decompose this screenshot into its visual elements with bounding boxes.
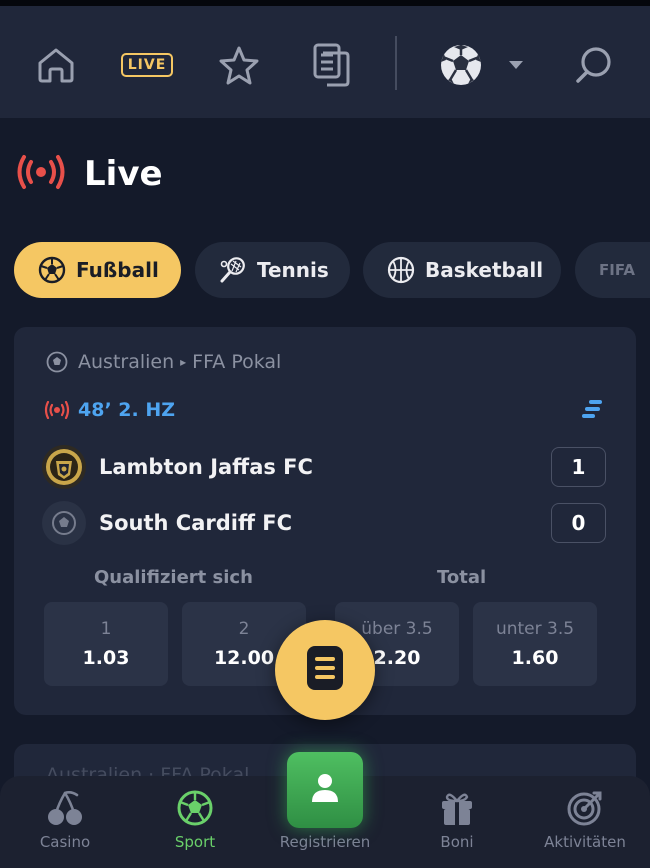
soccer-ball-icon bbox=[46, 351, 68, 373]
betslip-icon[interactable] bbox=[308, 38, 354, 92]
user-icon bbox=[307, 770, 343, 810]
score-away: 0 bbox=[551, 503, 606, 543]
market-title: Qualifiziert sich bbox=[94, 567, 253, 588]
page-title: Live bbox=[84, 154, 163, 194]
market-title: Total bbox=[437, 567, 487, 588]
nav-bonus[interactable]: Boni bbox=[414, 776, 500, 868]
chip-football[interactable]: Fußball bbox=[14, 242, 181, 298]
chevron-right-icon: ▸ bbox=[180, 355, 187, 369]
home-icon[interactable] bbox=[32, 38, 80, 92]
live-button[interactable]: LIVE bbox=[120, 38, 174, 92]
soccer-ball-icon bbox=[176, 788, 214, 828]
menu-icon bbox=[305, 644, 345, 696]
team-name: South Cardiff FC bbox=[99, 511, 293, 535]
team-row-away: South Cardiff FC bbox=[42, 501, 292, 545]
stats-icon[interactable] bbox=[580, 397, 604, 425]
tennis-racket-icon bbox=[219, 256, 247, 284]
live-badge: LIVE bbox=[120, 53, 174, 77]
chevron-down-icon[interactable] bbox=[505, 38, 527, 92]
chip-tennis[interactable]: Tennis bbox=[195, 242, 350, 298]
team-logo bbox=[42, 445, 86, 489]
team-row-home: Lambton Jaffas FC bbox=[42, 445, 313, 489]
menu-fab-button[interactable] bbox=[275, 620, 375, 720]
search-icon[interactable] bbox=[572, 38, 616, 92]
live-broadcast-icon bbox=[16, 154, 66, 194]
cherries-icon bbox=[45, 788, 85, 828]
nav-casino[interactable]: Casino bbox=[22, 776, 108, 868]
section-header: Live bbox=[16, 148, 163, 200]
target-icon bbox=[566, 788, 604, 828]
odd-button[interactable]: unter 3.5 1.60 bbox=[473, 602, 597, 686]
gift-icon bbox=[439, 788, 475, 828]
country-label: Australien bbox=[78, 351, 175, 373]
soccer-ball-icon bbox=[38, 256, 66, 284]
live-broadcast-icon bbox=[44, 401, 70, 419]
chip-fifa[interactable]: FIFA bbox=[575, 242, 650, 298]
league-label: FFA Pokal bbox=[192, 351, 282, 373]
chip-basketball[interactable]: Basketball bbox=[363, 242, 561, 298]
league-breadcrumb: Australien ▸ FFA Pokal bbox=[46, 351, 281, 373]
basketball-icon bbox=[387, 256, 415, 284]
topbar-divider bbox=[395, 36, 397, 90]
team-logo bbox=[42, 501, 86, 545]
score-home: 1 bbox=[551, 447, 606, 487]
sport-filter: Fußball Tennis Basketball FIFA bbox=[14, 242, 650, 298]
team-name: Lambton Jaffas FC bbox=[99, 455, 313, 479]
nav-sport[interactable]: Sport bbox=[152, 776, 238, 868]
top-bar: LIVE bbox=[0, 6, 650, 118]
nav-activities[interactable]: Aktivitäten bbox=[540, 776, 630, 868]
star-icon[interactable] bbox=[215, 38, 263, 92]
odd-button[interactable]: 1 1.03 bbox=[44, 602, 168, 686]
register-button[interactable] bbox=[287, 752, 363, 828]
soccer-ball-icon[interactable] bbox=[436, 38, 486, 92]
match-time: 48’ 2. HZ bbox=[44, 399, 175, 421]
